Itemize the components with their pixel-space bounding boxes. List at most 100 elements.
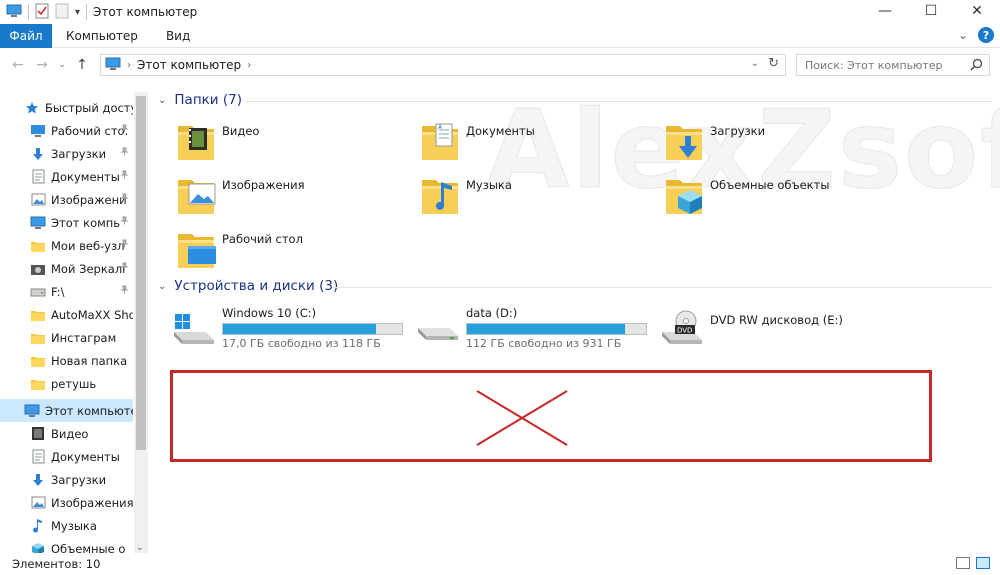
sidebar-item[interactable]: Этот компь bbox=[0, 211, 133, 234]
sidebar-item[interactable]: F:\ bbox=[0, 280, 133, 303]
cross-mark-icon bbox=[476, 390, 568, 446]
chevron-down-icon[interactable]: ⌄ bbox=[958, 28, 968, 42]
tab-file[interactable]: Файл bbox=[0, 23, 52, 48]
scroll-down-icon[interactable]: ⌄ bbox=[136, 543, 144, 553]
pin-icon[interactable] bbox=[120, 262, 129, 274]
sidebar-item[interactable]: Мои веб-узл bbox=[0, 234, 133, 257]
search-box[interactable] bbox=[796, 54, 990, 76]
sidebar-item[interactable]: Инстаграм bbox=[0, 326, 133, 349]
sidebar-item[interactable]: Объемные о bbox=[0, 537, 133, 553]
cube-icon bbox=[30, 541, 46, 553]
sidebar-item[interactable]: Музыка bbox=[0, 514, 133, 537]
navigation-pane: Быстрый доступ Рабочий сто. Загрузки Докуме… bbox=[0, 92, 148, 553]
folder-item[interactable]: Объемные объекты bbox=[660, 170, 890, 218]
sidebar-item[interactable]: Этот компьютер bbox=[0, 399, 133, 422]
drive-item[interactable]: data (D:) 112 ГБ свободно из 931 ГБ bbox=[414, 304, 654, 352]
navigation-pane-scrollbar[interactable]: ⌄ bbox=[134, 92, 148, 553]
folder-item[interactable]: Рабочий стол bbox=[172, 224, 402, 272]
sidebar-item[interactable]: Изображения bbox=[0, 491, 133, 514]
folder-item[interactable]: A Документы bbox=[416, 116, 646, 164]
details-view-icon[interactable] bbox=[956, 557, 970, 569]
folder-icon bbox=[30, 376, 46, 392]
music-icon bbox=[30, 518, 46, 534]
3d-objects-folder-icon bbox=[660, 170, 708, 218]
window-controls: — ☐ ✕ bbox=[862, 0, 1000, 22]
camera-icon bbox=[30, 261, 46, 277]
sidebar-item[interactable]: Документы bbox=[0, 165, 133, 188]
recent-locations-chevron-icon[interactable]: ⌄ bbox=[54, 60, 70, 70]
folder-label: Изображения bbox=[222, 178, 305, 192]
up-arrow-icon[interactable]: ↑ bbox=[70, 57, 94, 73]
sidebar-item[interactable]: Мой Зеркалі bbox=[0, 257, 133, 280]
sidebar-item[interactable]: AutoMaXX Show bbox=[0, 303, 133, 326]
help-icon[interactable]: ? bbox=[978, 27, 994, 43]
pin-icon[interactable] bbox=[120, 124, 129, 136]
pictures-folder-icon bbox=[172, 170, 220, 218]
breadcrumb-separator-icon[interactable]: › bbox=[127, 60, 131, 71]
search-input[interactable] bbox=[805, 58, 965, 72]
folder-label: Музыка bbox=[466, 178, 512, 192]
forward-arrow-icon[interactable]: → bbox=[30, 57, 54, 73]
document-icon bbox=[30, 449, 46, 465]
group-header-folders[interactable]: ⌄ Папки (7) bbox=[158, 92, 242, 108]
drive-label: Windows 10 (C:) bbox=[222, 306, 317, 320]
drive-free-space: 17,0 ГБ свободно из 118 ГБ bbox=[222, 337, 381, 350]
address-bar[interactable]: › Этот компьютер › ⌄ ↻ bbox=[100, 54, 786, 76]
annotation-box bbox=[170, 370, 932, 462]
scrollbar-thumb[interactable] bbox=[136, 96, 146, 450]
address-dropdown-icon[interactable]: ⌄ bbox=[751, 58, 759, 69]
sidebar-item[interactable]: Загрузки bbox=[0, 142, 133, 165]
pin-icon[interactable] bbox=[120, 239, 129, 251]
pin-icon[interactable] bbox=[120, 170, 129, 182]
folder-item[interactable]: Изображения bbox=[172, 170, 402, 218]
sidebar-item[interactable]: Документы bbox=[0, 445, 133, 468]
sidebar-item-label: ретушь bbox=[51, 376, 97, 391]
group-divider bbox=[332, 287, 992, 288]
group-header-devices[interactable]: ⌄ Устройства и диски (3) bbox=[158, 278, 338, 294]
search-icon[interactable] bbox=[970, 58, 983, 74]
group-divider bbox=[246, 101, 992, 102]
sidebar-item[interactable]: Изображени bbox=[0, 188, 133, 211]
sidebar-item-label: Мой Зеркалі bbox=[51, 261, 126, 276]
minimize-button[interactable]: — bbox=[862, 0, 908, 22]
large-icons-view-icon[interactable] bbox=[976, 557, 990, 569]
sidebar-item[interactable]: Рабочий сто. bbox=[0, 119, 133, 142]
close-button[interactable]: ✕ bbox=[954, 0, 1000, 22]
breadcrumb-separator-icon[interactable]: › bbox=[247, 60, 251, 71]
pin-icon[interactable] bbox=[120, 216, 129, 228]
pin-icon[interactable] bbox=[120, 147, 129, 159]
folder-item[interactable]: Загрузки bbox=[660, 116, 890, 164]
drive-item[interactable]: DVD DVD RW дисковод (E:) bbox=[658, 304, 898, 352]
sidebar-item-label: Этот компьютер bbox=[45, 403, 133, 418]
refresh-icon[interactable]: ↻ bbox=[768, 56, 779, 71]
tab-view[interactable]: Вид bbox=[152, 29, 204, 43]
sidebar-item[interactable]: ретушь bbox=[0, 372, 133, 395]
ribbon-tabs: Файл Компьютер Вид ⌄ ? bbox=[0, 23, 1000, 48]
folder-label: Документы bbox=[466, 124, 535, 138]
drive-usage-fill bbox=[223, 324, 377, 334]
desktop-icon bbox=[30, 123, 46, 139]
new-folder-icon[interactable] bbox=[55, 3, 69, 22]
back-arrow-icon[interactable]: ← bbox=[6, 57, 30, 73]
sidebar-item-label: Изображени bbox=[51, 192, 127, 207]
folder-item[interactable]: Музыка bbox=[416, 170, 646, 218]
sidebar-item-label: Этот компь bbox=[51, 215, 121, 230]
maximize-button[interactable]: ☐ bbox=[908, 0, 954, 22]
pin-icon[interactable] bbox=[120, 285, 129, 297]
sidebar-item[interactable]: Новая папка bbox=[0, 349, 133, 372]
drive-item[interactable]: Windows 10 (C:) 17,0 ГБ свободно из 118 Г… bbox=[170, 304, 410, 352]
pin-icon[interactable] bbox=[120, 193, 129, 205]
sidebar-item[interactable]: Видео bbox=[0, 422, 133, 445]
computer-icon bbox=[6, 4, 22, 21]
properties-icon[interactable] bbox=[35, 3, 49, 22]
sidebar-item[interactable]: Быстрый доступ bbox=[0, 96, 133, 119]
sidebar-item[interactable]: Загрузки bbox=[0, 468, 133, 491]
chevron-down-icon[interactable]: ⌄ bbox=[158, 281, 166, 292]
tab-computer[interactable]: Компьютер bbox=[52, 29, 152, 43]
folder-item[interactable]: Видео bbox=[172, 116, 402, 164]
sidebar-item-label: Мои веб-узл bbox=[51, 238, 125, 253]
breadcrumb-this-pc[interactable]: Этот компьютер bbox=[137, 58, 241, 72]
chevron-down-icon[interactable]: ▾ bbox=[75, 7, 80, 18]
toolbar-separator bbox=[28, 4, 29, 20]
chevron-down-icon[interactable]: ⌄ bbox=[158, 95, 166, 106]
